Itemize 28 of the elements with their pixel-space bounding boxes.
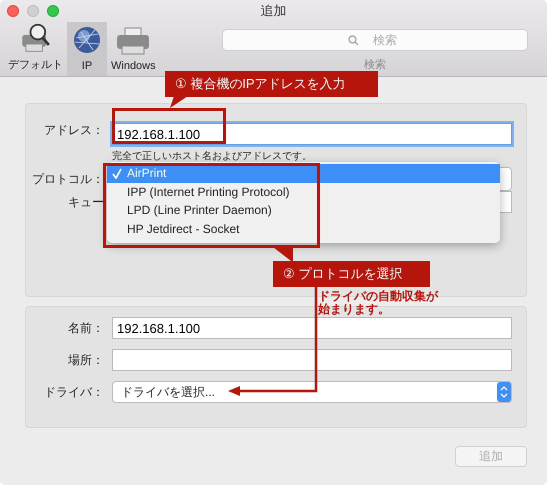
location-label: 場所：: [67, 352, 104, 368]
search-field[interactable]: 検索: [222, 29, 528, 51]
location-field[interactable]: [112, 349, 512, 371]
toolbar-tab[interactable]: デフォルト: [4, 22, 67, 76]
driver-label: ドライバ：: [43, 384, 104, 400]
menu-item[interactable]: LPD (Line Printer Daemon): [107, 201, 500, 220]
window-title: 追加: [260, 3, 286, 19]
menu-item[interactable]: IPP (Internet Printing Protocol): [107, 182, 500, 201]
annotation-note: ドライバの自動収集が始まります。: [318, 290, 438, 316]
name-label: 名前：: [67, 320, 104, 336]
zoom-button[interactable]: [47, 5, 59, 17]
search-icon: [348, 35, 359, 46]
hint-text: 完全で正しいホスト名およびアドレスです。: [112, 150, 313, 164]
queue-label: キュー: [67, 194, 104, 210]
address-field[interactable]: 192.168.1.100: [112, 123, 512, 145]
toolbar-tab[interactable]: IP: [67, 22, 107, 76]
check-icon: [112, 168, 122, 179]
search-label: 検索: [364, 58, 386, 72]
name-field[interactable]: 192.168.1.100: [112, 317, 512, 339]
close-button[interactable]: [7, 5, 19, 17]
address-label: アドレス：: [43, 122, 104, 138]
callout-pointer: [273, 247, 293, 261]
menu-item[interactable]: HP Jetdirect - Socket: [107, 220, 500, 238]
toolbar-tab[interactable]: Windows: [107, 22, 160, 76]
stepper-icon: [497, 382, 511, 402]
minimize-button[interactable]: [27, 5, 39, 17]
driver-dropdown[interactable]: ドライバを選択...: [112, 381, 512, 403]
protocol-label: プロトコル：: [31, 171, 104, 187]
